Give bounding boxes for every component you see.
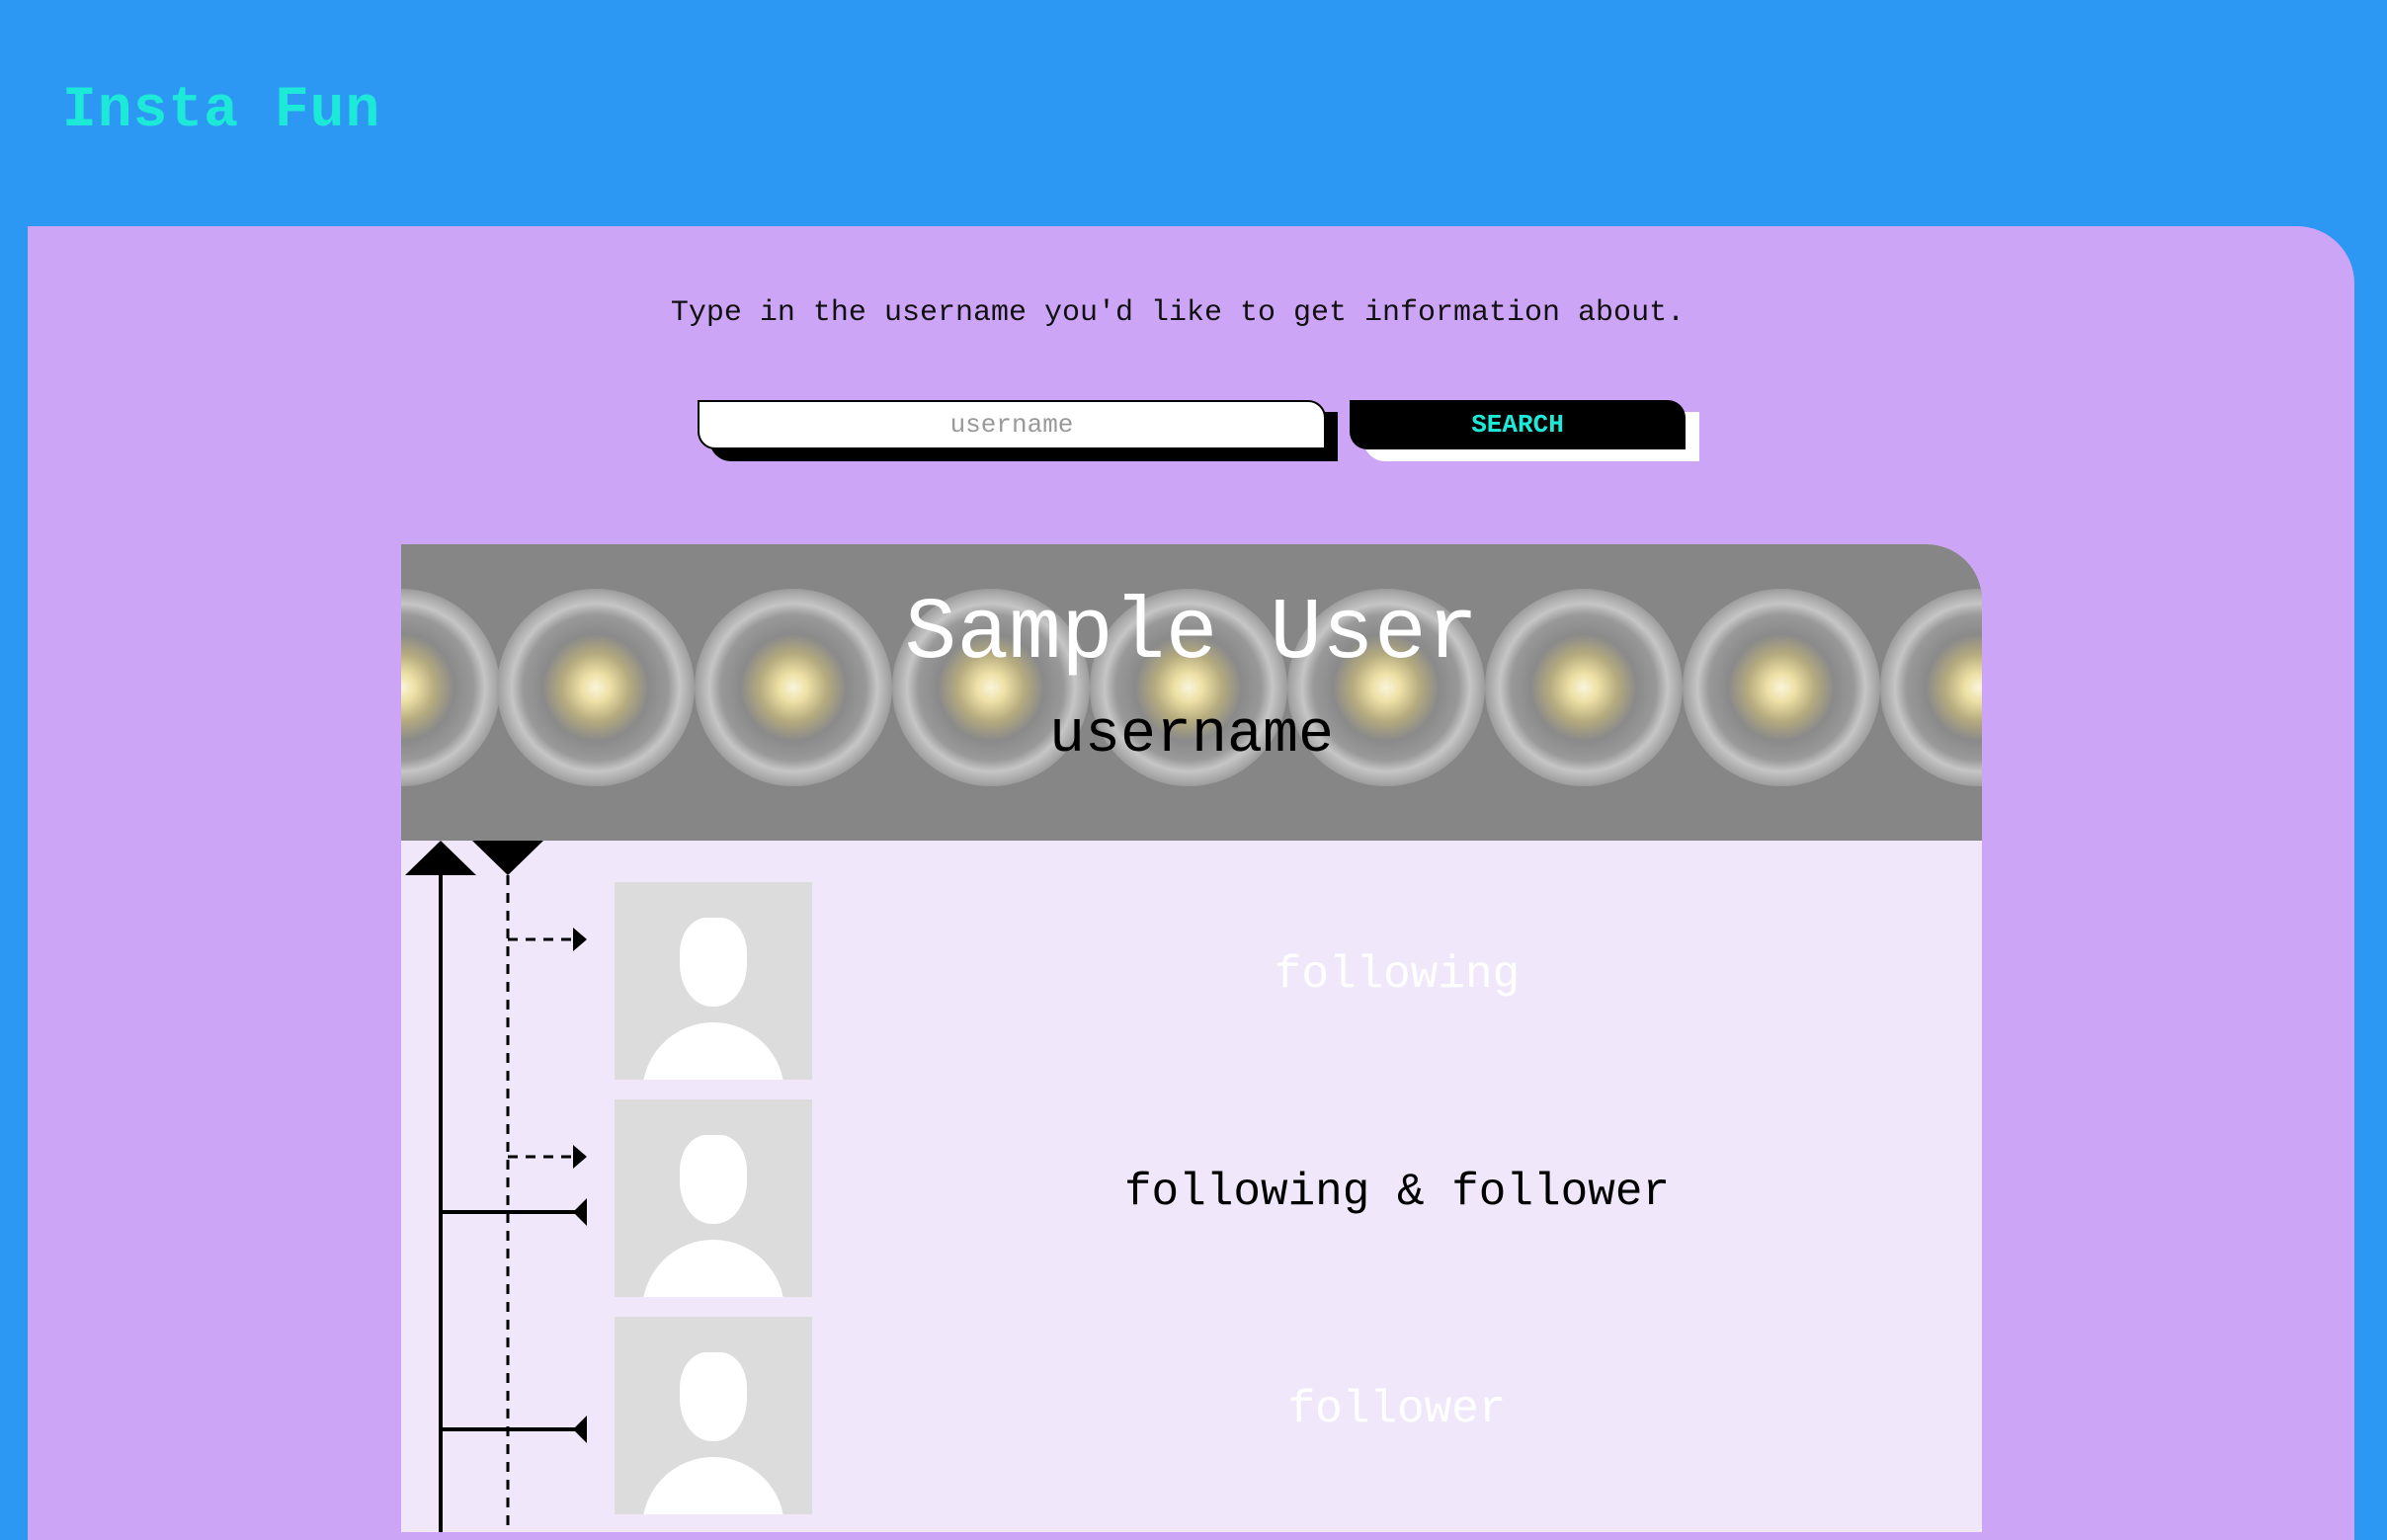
search-button[interactable]: SEARCH xyxy=(1350,400,1686,449)
profile-display-name: Sample User xyxy=(904,586,1479,684)
arrow-up-icon[interactable] xyxy=(405,841,476,875)
relationship-label: following xyxy=(1274,949,1521,1001)
list-item[interactable]: follower xyxy=(401,1317,1982,1514)
profile-banner: Sample User username xyxy=(401,544,1982,841)
app-title: Insta Fun xyxy=(62,79,381,143)
user-placeholder-icon xyxy=(615,882,812,1080)
arrow-down-icon[interactable] xyxy=(472,841,543,875)
profile-username: username xyxy=(1048,702,1335,770)
relationship-label: follower xyxy=(1287,1384,1507,1435)
list-item[interactable]: following xyxy=(401,882,1982,1080)
user-placeholder-icon xyxy=(615,1099,812,1297)
relationship-label: following & follower xyxy=(1123,1167,1671,1218)
username-input[interactable] xyxy=(698,400,1326,449)
user-placeholder-icon xyxy=(615,1317,812,1514)
search-prompt: Type in the username you'd like to get i… xyxy=(670,296,1686,330)
list-item[interactable]: following & follower xyxy=(401,1099,1982,1297)
profile-card: Sample User username following following… xyxy=(401,544,1982,1532)
